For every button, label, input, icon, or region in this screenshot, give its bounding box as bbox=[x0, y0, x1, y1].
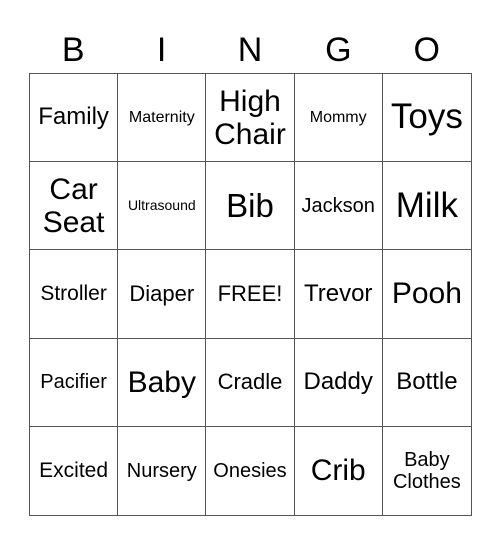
bingo-cell[interactable]: Daddy bbox=[294, 338, 383, 427]
bingo-cell[interactable]: Car Seat bbox=[30, 162, 119, 251]
bingo-cell[interactable]: Baby bbox=[118, 338, 207, 427]
bingo-cell[interactable]: Bib bbox=[206, 162, 295, 251]
bingo-cell[interactable]: Baby Clothes bbox=[383, 427, 471, 515]
bingo-cell[interactable]: Onesies bbox=[206, 426, 295, 515]
bingo-cell[interactable]: Mommy bbox=[294, 74, 383, 163]
bingo-cell[interactable]: Nursery bbox=[118, 426, 207, 515]
header-letter-o: O bbox=[413, 31, 440, 69]
bingo-cell[interactable]: Jackson bbox=[294, 162, 383, 251]
bingo-grid: Family Maternity High Chair Mommy Toys C… bbox=[29, 73, 472, 516]
bingo-cell[interactable]: High Chair bbox=[206, 74, 295, 163]
bingo-cell[interactable]: Pacifier bbox=[30, 338, 119, 427]
bingo-header: B I N G O bbox=[29, 28, 471, 72]
bingo-cell[interactable]: Maternity bbox=[118, 74, 207, 163]
bingo-cell[interactable]: Crib bbox=[295, 426, 383, 515]
bingo-cell[interactable]: Pooh bbox=[382, 250, 471, 339]
bingo-cell[interactable]: Cradle bbox=[206, 338, 295, 427]
bingo-cell[interactable]: Bottle bbox=[382, 339, 471, 427]
header-letter-g: G bbox=[325, 31, 352, 69]
header-letter-n: N bbox=[237, 31, 263, 69]
bingo-cell[interactable]: Diaper bbox=[118, 250, 207, 339]
bingo-cell[interactable]: Toys bbox=[382, 74, 471, 163]
bingo-cell[interactable]: Milk bbox=[382, 162, 471, 251]
header-letter-b: B bbox=[61, 31, 85, 69]
header-letter-i: I bbox=[156, 31, 167, 69]
bingo-cell[interactable]: Trevor bbox=[294, 250, 383, 339]
free-space-cell[interactable]: FREE! bbox=[206, 250, 295, 339]
bingo-cell[interactable]: Stroller bbox=[30, 250, 119, 339]
bingo-cell[interactable]: Ultrasound bbox=[118, 162, 207, 251]
bingo-cell[interactable]: Family bbox=[30, 74, 119, 163]
bingo-cell[interactable]: Excited bbox=[30, 426, 119, 515]
